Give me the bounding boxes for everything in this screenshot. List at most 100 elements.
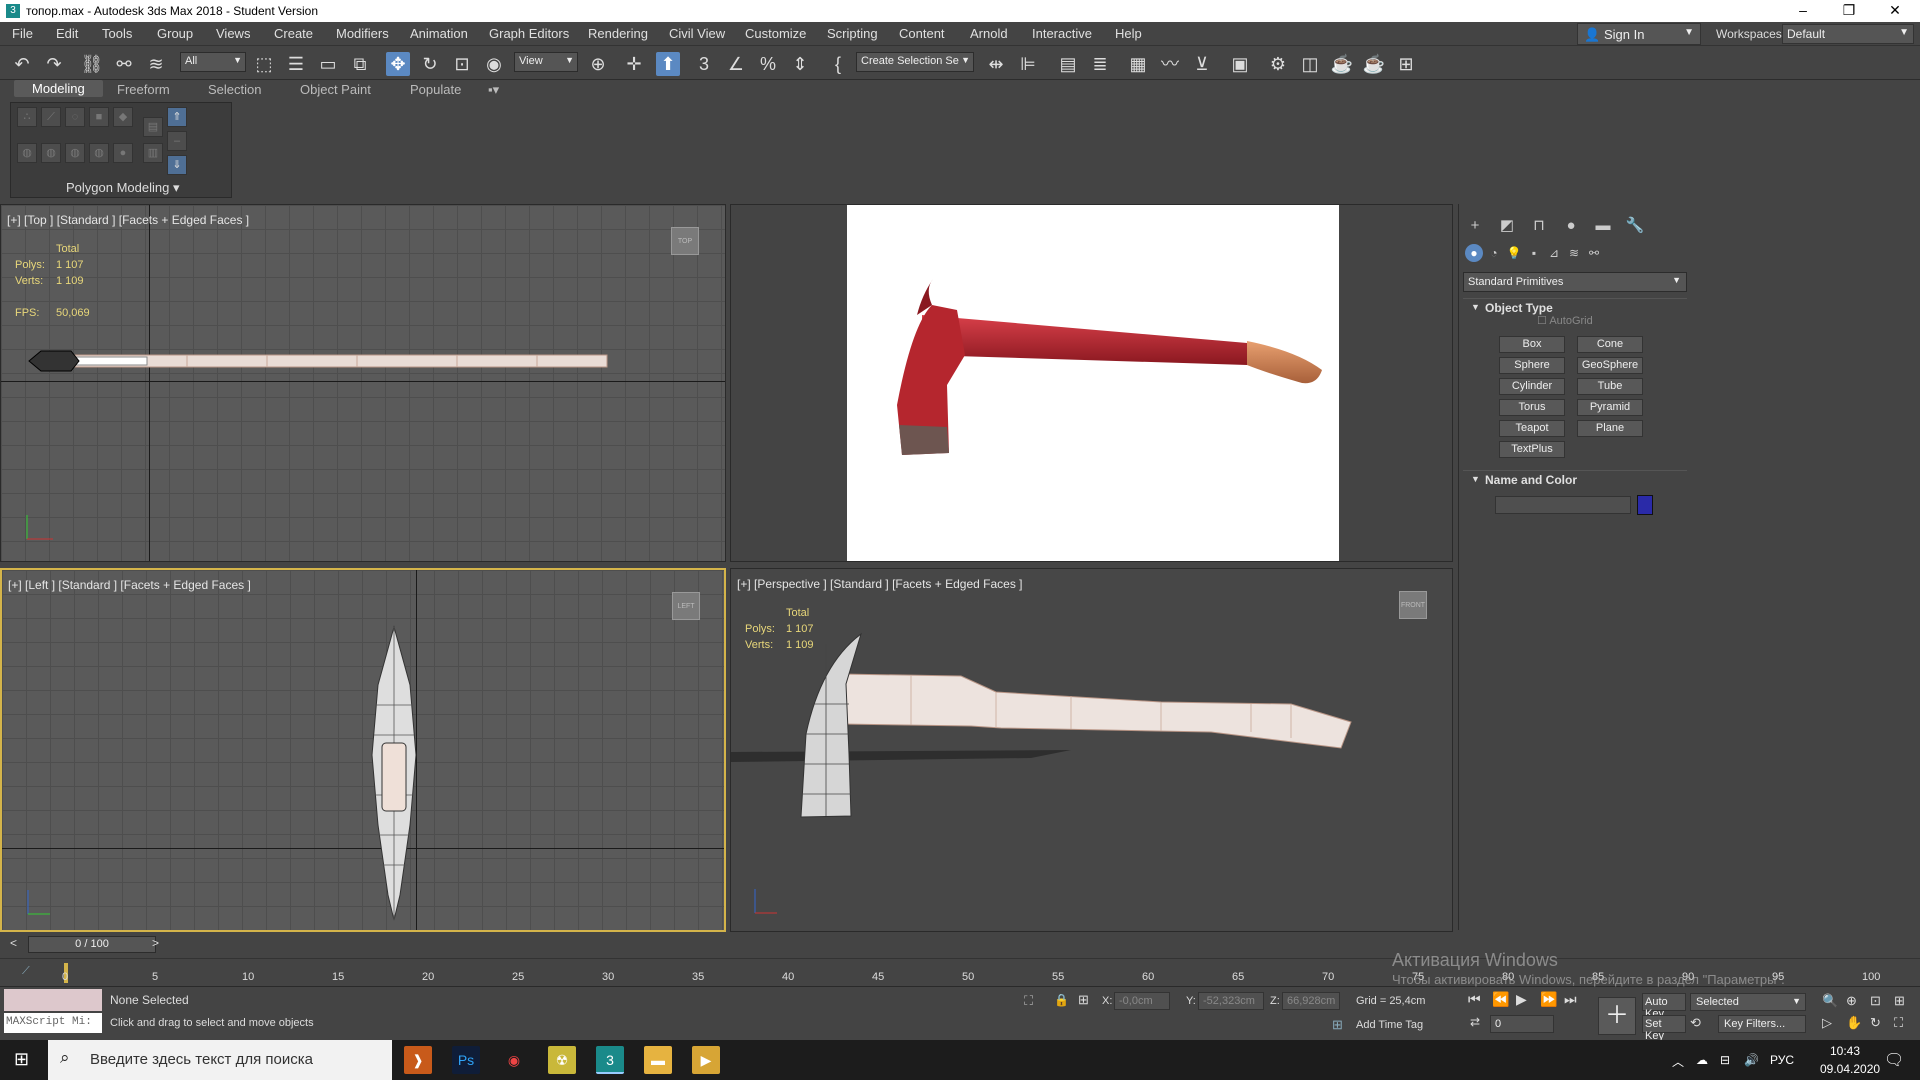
tab-object-paint[interactable]: Object Paint — [300, 82, 371, 97]
align-icon[interactable]: ⊫ — [1016, 52, 1040, 76]
selection-filter-dropdown[interactable]: All ▼ — [180, 52, 246, 72]
set-key-icon[interactable]: ＋ — [1598, 997, 1636, 1035]
auto-key-button[interactable]: Auto Key — [1642, 993, 1686, 1020]
undo-icon[interactable]: ↶ — [10, 52, 34, 76]
pyramid-button[interactable]: Pyramid — [1577, 399, 1643, 416]
menu-create[interactable]: Create — [274, 26, 313, 41]
z-coordinate-field[interactable]: 66,928cm — [1282, 992, 1340, 1010]
edge-mode-icon[interactable]: ⟋ — [41, 107, 61, 127]
viewport-top[interactable]: [+] [Top ] [Standard ] [Facets + Edged F… — [0, 204, 726, 562]
menu-interactive[interactable]: Interactive — [1032, 26, 1092, 41]
menu-arnold[interactable]: Arnold — [970, 26, 1008, 41]
element-mode-icon[interactable]: ◆ — [113, 107, 133, 127]
cylinder-button[interactable]: Cylinder — [1499, 378, 1565, 395]
menu-content[interactable]: Content — [899, 26, 945, 41]
tray-volume-icon[interactable]: 🔊 — [1744, 1053, 1759, 1067]
language-indicator[interactable]: РУС — [1770, 1053, 1794, 1067]
scene-explorer-icon[interactable]: ▤ — [1056, 52, 1080, 76]
menu-tools[interactable]: Tools — [102, 26, 132, 41]
x-coordinate-field[interactable]: -0,0cm — [1114, 992, 1170, 1010]
maxscript-mini-listener[interactable]: MAXScript Mi: — [4, 1013, 102, 1033]
motion-tab-icon[interactable]: ● — [1561, 216, 1581, 236]
unlink-icon[interactable]: ⚯ — [112, 52, 136, 76]
key-filters-button[interactable]: Key Filters... — [1718, 1015, 1806, 1033]
default-tangent-icon[interactable]: ⟲ — [1690, 1015, 1701, 1031]
windows-start-icon[interactable]: ⊞ — [14, 1049, 29, 1070]
workspace-dropdown[interactable]: Default ▼ — [1782, 24, 1914, 44]
schematic-view-icon[interactable]: ⊻ — [1190, 52, 1214, 76]
set-key-button[interactable]: Set Key — [1642, 1015, 1686, 1042]
object-name-input[interactable] — [1495, 496, 1631, 514]
render-in-cloud-icon[interactable]: ⊞ — [1394, 52, 1418, 76]
render-iterative-icon[interactable]: ☕ — [1362, 52, 1386, 76]
polygon-mode-icon[interactable]: ■ — [89, 107, 109, 127]
zoom-extents-icon[interactable]: ⊡ — [1870, 993, 1881, 1009]
menu-customize[interactable]: Customize — [745, 26, 806, 41]
tab-modeling[interactable]: Modeling — [14, 80, 103, 97]
zoom-all-icon[interactable]: ⊕ — [1846, 993, 1857, 1009]
create-tab-icon[interactable]: + — [1465, 216, 1485, 236]
name-and-color-rollout[interactable]: ▼ Name and Color — [1463, 470, 1687, 490]
go-to-start-icon[interactable]: ⏮ — [1468, 991, 1481, 1008]
next-frame-icon[interactable]: ⏩ — [1540, 991, 1557, 1008]
named-selection-set-dropdown[interactable]: Create Selection Se ▼ — [856, 52, 974, 72]
menu-group[interactable]: Group — [157, 26, 193, 41]
object-color-swatch[interactable] — [1637, 495, 1653, 515]
shrink-selection-icon[interactable]: ◍ — [65, 143, 85, 163]
add-time-tag-button[interactable]: Add Time Tag — [1356, 1019, 1423, 1031]
app-icon-file-explorer[interactable]: ▬ — [644, 1046, 672, 1074]
render-setup-icon[interactable]: ⚙ — [1266, 52, 1290, 76]
viewcube[interactable]: TOP — [671, 227, 699, 255]
spinner-snap-icon[interactable]: ⇕ — [788, 52, 812, 76]
pivot-center-icon[interactable]: ⊕ — [586, 52, 610, 76]
ribbon-options-icon[interactable]: ▪▾ — [488, 82, 499, 98]
redo-icon[interactable]: ↷ — [42, 52, 66, 76]
select-and-rotate-icon[interactable]: ↻ — [418, 52, 442, 76]
menu-scripting[interactable]: Scripting — [827, 26, 878, 41]
display-tab-icon[interactable]: ▬ — [1593, 216, 1613, 236]
modify-tab-icon[interactable]: ◩ — [1497, 216, 1517, 236]
link-icon[interactable]: ⛓ — [80, 52, 104, 76]
minimize-button[interactable]: – — [1780, 0, 1826, 22]
tube-button[interactable]: Tube — [1577, 378, 1643, 395]
show-end-result-icon[interactable]: ⇓ — [167, 155, 187, 175]
rectangular-selection-icon[interactable]: ▭ — [316, 52, 340, 76]
y-coordinate-field[interactable]: -52,323cm — [1198, 992, 1264, 1010]
viewport-left-label[interactable]: [+] [Left ] [Standard ] [Facets + Edged … — [8, 578, 251, 592]
viewport-perspective[interactable]: [+] [Perspective ] [Standard ] [Facets +… — [730, 568, 1453, 932]
cameras-icon[interactable]: ▪ — [1525, 244, 1543, 262]
vertex-mode-icon[interactable]: ∴ — [17, 107, 37, 127]
torus-button[interactable]: Torus — [1499, 399, 1565, 416]
sphere-button[interactable]: Sphere — [1499, 357, 1565, 374]
menu-file[interactable]: File — [12, 26, 33, 41]
systems-icon[interactable]: ⚯ — [1585, 244, 1603, 262]
curve-editor-mini-icon[interactable]: ⟋ — [22, 965, 30, 978]
select-manipulate-icon[interactable]: ✛ — [622, 52, 646, 76]
tab-selection[interactable]: Selection — [208, 82, 261, 97]
geometry-category-dropdown[interactable]: Standard Primitives ▼ — [1463, 272, 1687, 292]
stack-mid-icon[interactable]: – — [167, 131, 187, 151]
time-slider[interactable]: 0 / 100 — [28, 936, 156, 953]
ignore-backfacing-icon[interactable]: ◍ — [17, 143, 37, 163]
border-mode-icon[interactable]: ◌ — [65, 107, 85, 127]
viewcube[interactable]: LEFT — [672, 592, 700, 620]
textplus-button[interactable]: TextPlus — [1499, 441, 1565, 458]
sign-in-dropdown[interactable]: 👤 Sign In ▼ — [1577, 23, 1701, 45]
viewcube[interactable]: FRONT — [1399, 591, 1427, 619]
chevron-right-icon[interactable]: > — [152, 936, 159, 950]
menu-help[interactable]: Help — [1115, 26, 1142, 41]
box-button[interactable]: Box — [1499, 336, 1565, 353]
menu-modifiers[interactable]: Modifiers — [336, 26, 389, 41]
modify-mode-icon[interactable]: ▤ — [143, 117, 163, 137]
app-icon-sublime[interactable]: ❱ — [404, 1046, 432, 1074]
clock-time[interactable]: 10:43 — [1830, 1044, 1860, 1058]
snaps-toggle-icon[interactable]: 3 — [692, 52, 716, 76]
tray-cloud-icon[interactable]: ☁ — [1696, 1053, 1708, 1067]
viewport-top-label[interactable]: [+] [Top ] [Standard ] [Facets + Edged F… — [7, 213, 249, 227]
mirror-icon[interactable]: ⇹ — [984, 52, 1008, 76]
cone-button[interactable]: Cone — [1577, 336, 1643, 353]
grow-selection-icon[interactable]: ◍ — [41, 143, 61, 163]
autogrid-checkbox[interactable]: ☐ AutoGrid — [1537, 314, 1593, 327]
plane-button[interactable]: Plane — [1577, 420, 1643, 437]
select-and-move-icon[interactable]: ✥ — [386, 52, 410, 76]
